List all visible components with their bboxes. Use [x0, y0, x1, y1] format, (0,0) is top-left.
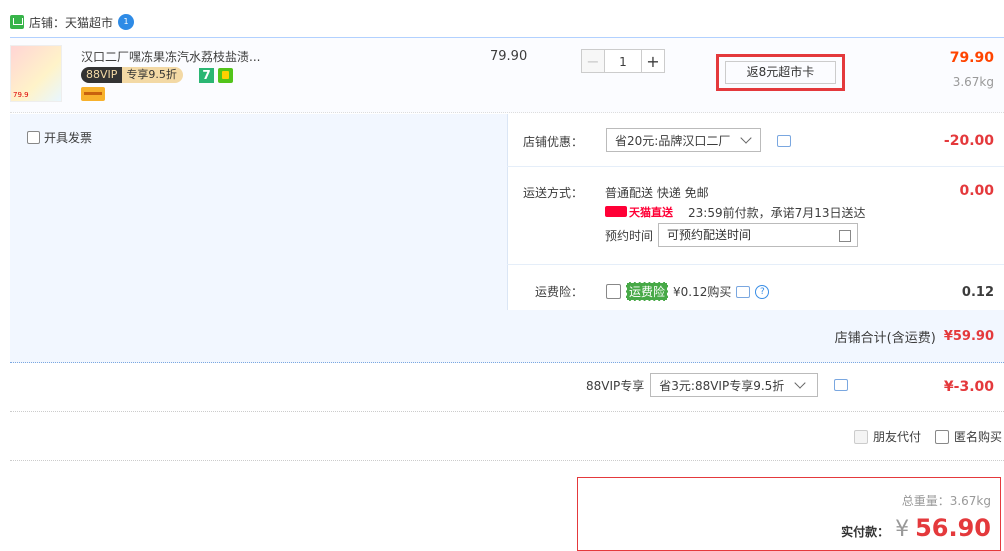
chat-badge-icon[interactable]: 1 [118, 14, 135, 30]
quantity-input[interactable]: 1 [605, 49, 641, 73]
card-icon [81, 87, 105, 101]
delivery-label: 运送方式： [522, 186, 583, 200]
divider [507, 264, 1004, 265]
shop-discount-value: 省20元:品牌汉口二厂 [615, 133, 731, 148]
delivery-promise: 23:59前付款，承诺7月13日送达 [688, 206, 866, 220]
unit-price: 79.90 [490, 49, 528, 64]
increase-button[interactable]: + [641, 49, 665, 73]
total-weight: 总重量：3.67kg [901, 494, 991, 508]
shop-total-label: 店铺合计(含运费) [834, 331, 936, 346]
anonymous-option[interactable]: 匿名购买 [934, 428, 1002, 445]
friend-pay-checkbox[interactable] [853, 429, 868, 444]
insurance-option: 运费险 ¥0.12购买 ? [606, 282, 770, 301]
payment-summary: 总重量：3.67kg 实付款： ¥ 56.90 [577, 477, 1001, 551]
guarantee-icon [218, 68, 233, 83]
shop-total-value: ¥59.90 [943, 329, 994, 344]
schedule-placeholder: 可预约配送时间 [667, 228, 752, 242]
product-title[interactable]: 汉口二厂嘿冻果冻汽水荔枝盐渍... [81, 48, 260, 65]
insurance-price: ¥0.12购买 [673, 285, 732, 299]
tmall-direct-tag: 天猫直送 [605, 205, 673, 219]
insurance-tag: 运费险 [626, 282, 669, 301]
shop-discount-amount: -20.00 [943, 133, 994, 149]
insurance-amount: 0.12 [961, 285, 994, 300]
tmall-cat-icon [605, 206, 627, 217]
insurance-label: 运费险： [534, 285, 583, 299]
shop-name[interactable]: 店铺：天猫超市 [29, 14, 113, 31]
actual-payment-value: 56.90 [915, 514, 991, 542]
schedule-label: 预约时间 [605, 229, 654, 243]
product-thumbnail[interactable]: 79.9 [10, 45, 62, 102]
shop-header: 店铺：天猫超市 1 [10, 12, 135, 32]
actual-payment: 实付款： ¥ 56.90 [841, 514, 991, 542]
shop-discount-select[interactable]: 省20元:品牌汉口二厂 [606, 128, 761, 152]
actual-payment-label: 实付款： [841, 525, 890, 539]
extra-options: 朋友代付 匿名购买 [853, 428, 1002, 445]
chevron-down-icon [740, 132, 752, 144]
shop-icon [10, 15, 24, 29]
anonymous-label: 匿名购买 [953, 430, 1002, 444]
invoice-option[interactable]: 开具发票 [27, 129, 92, 146]
vip-select[interactable]: 省3元:88VIP专享9.5折 [650, 373, 819, 397]
currency-symbol: ¥ [895, 517, 910, 542]
vip-discount-badge: 88VIP 专享9.5折 [81, 67, 183, 83]
thumb-price: 79.9 [13, 91, 29, 99]
rebate-label: 返8元超市卡 [725, 61, 836, 84]
tmall-direct-label: 天猫直送 [629, 205, 673, 219]
item-total: 79.90 [949, 50, 994, 66]
rebate-highlight: 返8元超市卡 [716, 54, 845, 91]
comment-icon[interactable] [736, 285, 751, 298]
vip-label: 88VIP专享 [586, 378, 645, 393]
anonymous-checkbox[interactable] [934, 429, 949, 444]
insurance-checkbox[interactable] [606, 284, 621, 299]
item-weight: 3.67kg [952, 75, 994, 89]
vip-select-value: 省3元:88VIP专享9.5折 [659, 378, 785, 393]
chevron-down-icon [794, 377, 806, 389]
calendar-icon[interactable] [839, 230, 851, 242]
divider [10, 411, 1004, 412]
friend-pay-option[interactable]: 朋友代付 [853, 428, 921, 445]
divider [507, 114, 508, 310]
invoice-checkbox[interactable] [27, 131, 40, 144]
vip-prefix: 88VIP [81, 67, 123, 83]
shop-discount-label: 店铺优惠： [522, 135, 583, 149]
delivery-amount: 0.00 [959, 183, 994, 199]
quantity-stepper: − 1 + [581, 49, 665, 73]
comment-icon[interactable] [777, 135, 791, 147]
vip-row: 88VIP专享 省3元:88VIP专享9.5折 [586, 373, 849, 397]
schedule-input[interactable]: 可预约配送时间 [658, 223, 858, 247]
decrease-button[interactable]: − [581, 49, 605, 73]
vip-discount: 专享9.5折 [122, 67, 183, 83]
divider [507, 166, 1004, 167]
delivery-method: 普通配送 快递 免邮 [605, 186, 709, 200]
divider [10, 460, 1004, 461]
shop-total: 店铺合计(含运费) ¥59.90 [835, 327, 994, 346]
seven-day-return-icon: 7 [199, 68, 214, 83]
help-icon[interactable]: ? [755, 284, 770, 299]
comment-icon[interactable] [834, 379, 849, 391]
vip-amount: ¥-3.00 [943, 379, 994, 395]
invoice-label: 开具发票 [44, 131, 93, 145]
friend-pay-label: 朋友代付 [872, 430, 921, 444]
